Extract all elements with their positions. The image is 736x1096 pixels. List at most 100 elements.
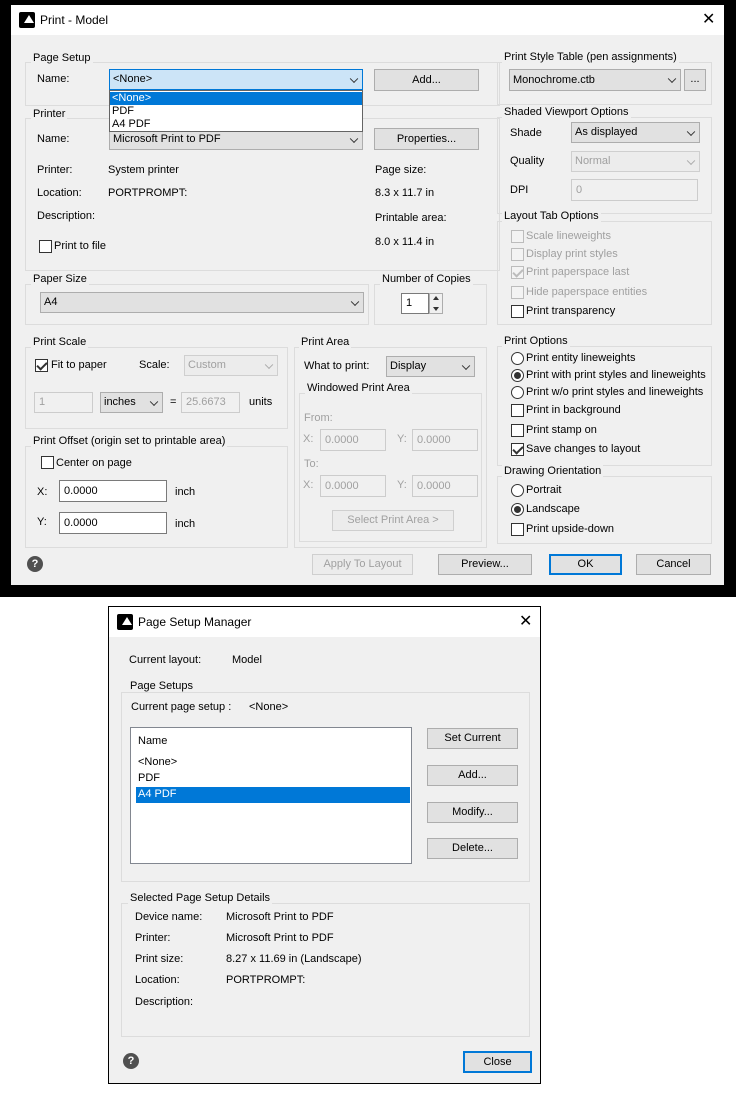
scale-value1-input[interactable]: 1 (34, 392, 93, 413)
print-scale-legend: Print Scale (31, 336, 89, 348)
apply-to-layout-button[interactable]: Apply To Layout (312, 554, 413, 575)
portrait-radio[interactable] (511, 484, 524, 497)
entity-lineweights-label: Print entity lineweights (526, 352, 636, 364)
scale-unit-value: inches (104, 396, 136, 408)
offset-y-input[interactable]: 0.0000 (59, 512, 167, 534)
scale-select[interactable]: Custom (184, 355, 278, 376)
print-to-file-checkbox[interactable] (39, 240, 52, 253)
select-print-area-button[interactable]: Select Print Area > (332, 510, 454, 531)
list-item[interactable]: <None> (138, 756, 177, 768)
details-printer-label: Printer: (135, 932, 171, 944)
upside-down-checkbox[interactable] (511, 523, 524, 536)
close-icon[interactable]: ✕ (519, 614, 532, 630)
layout-tab-legend: Layout Tab Options (502, 210, 601, 222)
spin-down-icon[interactable] (433, 307, 439, 311)
with-styles-radio[interactable] (511, 369, 524, 382)
list-item[interactable]: PDF (138, 772, 160, 784)
style-table-value: Monochrome.ctb (513, 74, 595, 86)
print-dialog: Print - Model ✕ Page Setup Name: <None> … (11, 5, 724, 585)
portrait-label: Portrait (526, 484, 562, 496)
page-setup-add-button[interactable]: Add... (374, 69, 479, 91)
page-setup-legend: Page Setup (31, 52, 93, 64)
fit-to-paper-checkbox[interactable] (35, 359, 48, 372)
upside-down-label: Print upside-down (526, 523, 615, 535)
details-group (121, 903, 530, 1037)
style-table-select[interactable]: Monochrome.ctb (509, 69, 681, 91)
scale-label: Scale: (139, 359, 170, 371)
app-icon (19, 12, 35, 28)
scale-lineweights-checkbox[interactable] (511, 230, 524, 243)
paper-size-select[interactable]: A4 (40, 292, 364, 313)
page-size-label: Page size: (375, 164, 427, 176)
shade-select[interactable]: As displayed (571, 122, 700, 143)
properties-button[interactable]: Properties... (374, 128, 479, 150)
page-setup-manager-dialog: Page Setup Manager ✕ Current layout: Mod… (108, 606, 541, 1084)
description-label: Description: (37, 210, 96, 222)
details-legend: Selected Page Setup Details (128, 892, 273, 904)
what-to-print-select[interactable]: Display (386, 356, 475, 377)
add-button[interactable]: Add... (427, 765, 518, 786)
landscape-radio[interactable] (511, 503, 524, 516)
to-label: To: (304, 458, 319, 470)
scale-unit-select[interactable]: inches (100, 392, 163, 413)
dropdown-option[interactable]: PDF (110, 105, 362, 118)
help-icon[interactable]: ? (27, 556, 43, 572)
chevron-down-icon (686, 156, 696, 165)
to-x-input[interactable]: 0.0000 (320, 475, 386, 497)
scale-value2-input[interactable]: 25.6673 (181, 392, 240, 413)
cancel-button[interactable]: Cancel (636, 554, 711, 575)
set-current-button[interactable]: Set Current (427, 728, 518, 749)
dropdown-option[interactable]: A4 PDF (110, 118, 362, 131)
center-on-page-label: Center on page (56, 457, 132, 469)
printer-value: System printer (108, 164, 179, 176)
spin-up-icon[interactable] (433, 296, 439, 300)
from-x-input[interactable]: 0.0000 (320, 429, 386, 451)
print-transparency-checkbox[interactable] (511, 305, 524, 318)
scale-value: Custom (188, 359, 226, 371)
center-on-page-checkbox[interactable] (41, 456, 54, 469)
wo-styles-radio[interactable] (511, 386, 524, 399)
dpi-input[interactable]: 0 (571, 179, 698, 201)
save-changes-checkbox[interactable] (511, 443, 524, 456)
ok-button[interactable]: OK (549, 554, 622, 575)
page-setups-list[interactable]: Name <None> PDF A4 PDF (130, 727, 412, 864)
help-icon[interactable]: ? (123, 1053, 139, 1069)
to-x-label: X: (303, 479, 314, 491)
print-offset-legend: Print Offset (origin set to printable ar… (31, 435, 228, 447)
entity-lineweights-radio[interactable] (511, 352, 524, 365)
printer-name-select[interactable]: Microsoft Print to PDF (109, 129, 363, 150)
quality-select[interactable]: Normal (571, 151, 700, 172)
preview-button[interactable]: Preview... (438, 554, 532, 575)
paperspace-last-checkbox[interactable] (511, 266, 524, 279)
hide-paperspace-label: Hide paperspace entities (526, 286, 648, 298)
from-y-input[interactable]: 0.0000 (412, 429, 478, 451)
page-setup-name-value: <None> (113, 73, 153, 85)
copies-input[interactable]: 1 (401, 293, 429, 314)
copies-spinner[interactable] (429, 293, 443, 314)
print-background-checkbox[interactable] (511, 404, 524, 417)
quality-label: Quality (510, 155, 545, 167)
delete-button[interactable]: Delete... (427, 838, 518, 859)
list-item-label: A4 PDF (138, 788, 177, 800)
print-stamp-checkbox[interactable] (511, 424, 524, 437)
current-layout-label: Current layout: (129, 654, 202, 666)
offset-x-input[interactable]: 0.0000 (59, 480, 167, 502)
page-setup-dropdown-list: <None> PDF A4 PDF (109, 90, 363, 132)
page-setup-name-label: Name: (37, 73, 70, 85)
equals-label: = (170, 396, 177, 408)
from-label: From: (304, 412, 333, 424)
display-styles-label: Display print styles (526, 248, 618, 260)
close-button[interactable]: Close (463, 1051, 532, 1073)
hide-paperspace-checkbox[interactable] (511, 286, 524, 299)
dropdown-option[interactable]: <None> (110, 92, 362, 105)
list-item-selected[interactable]: A4 PDF (136, 787, 410, 803)
page-setup-name-select[interactable]: <None> (109, 69, 363, 90)
close-icon[interactable]: ✕ (702, 12, 715, 28)
to-y-input[interactable]: 0.0000 (412, 475, 478, 497)
print-size-label: Print size: (135, 953, 184, 965)
shade-value: As displayed (575, 126, 638, 138)
units-label: units (249, 396, 273, 408)
modify-button[interactable]: Modify... (427, 802, 518, 823)
display-styles-checkbox[interactable] (511, 248, 524, 261)
style-table-browse-button[interactable]: ... (684, 69, 706, 91)
